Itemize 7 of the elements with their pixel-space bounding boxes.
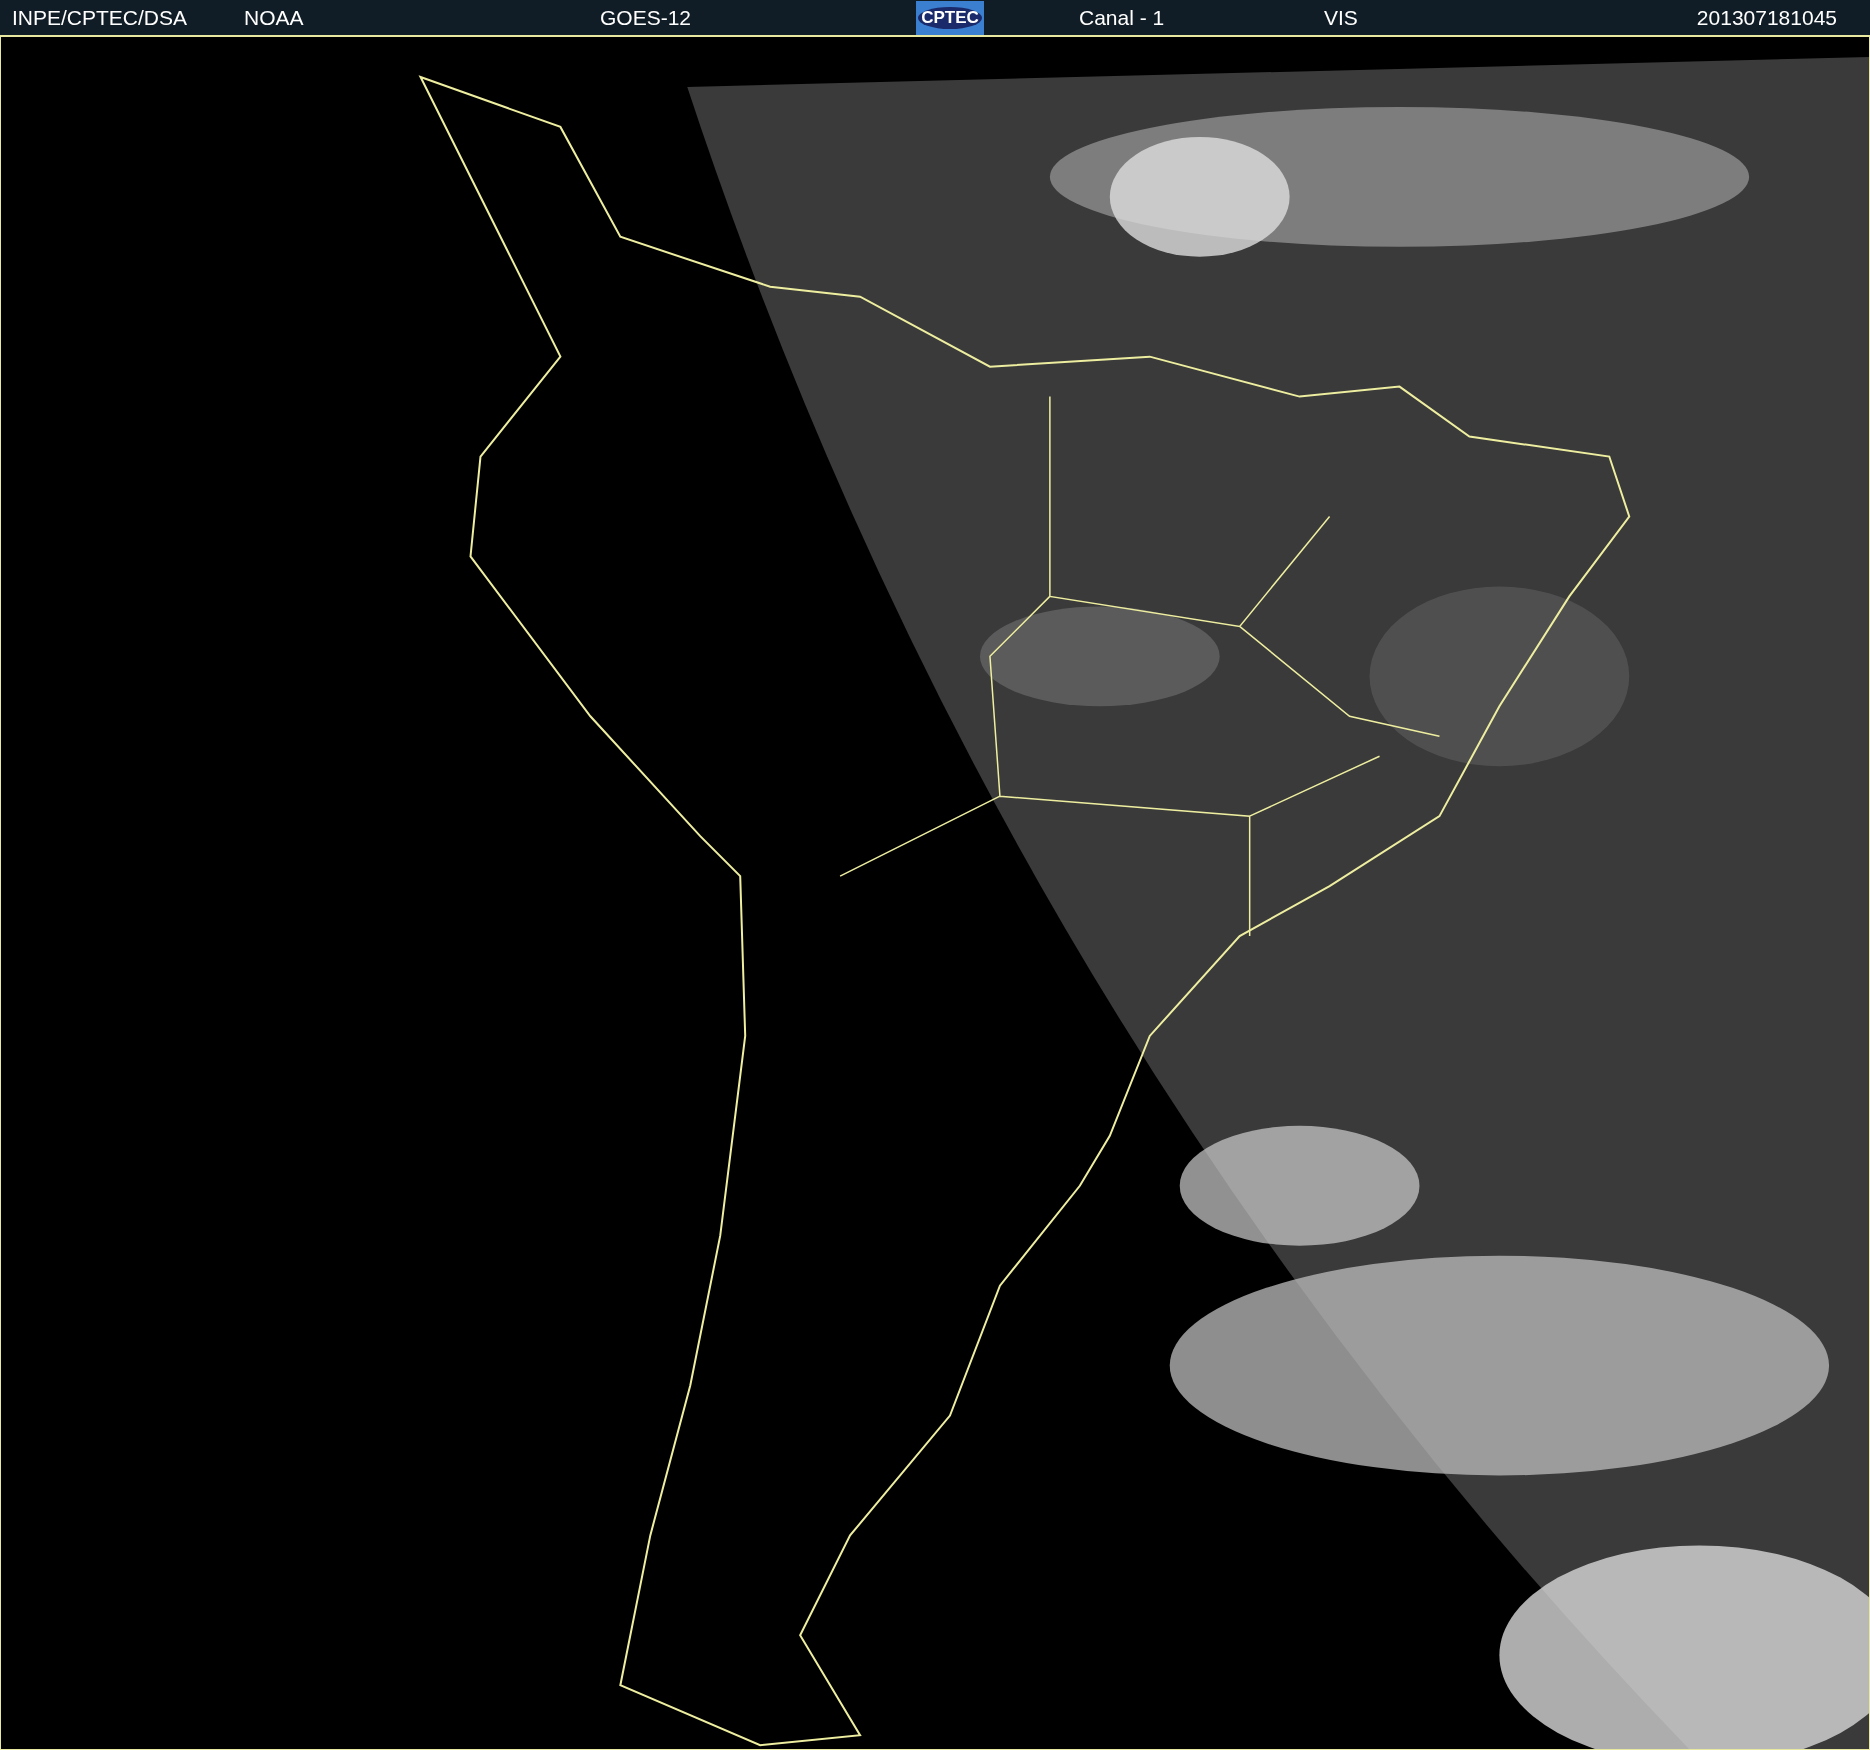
timestamp-label: 201307181045: [1696, 4, 1837, 31]
agency-label: INPE/CPTEC/DSA: [12, 5, 188, 29]
source-label: NOAA: [244, 5, 304, 29]
logo: CPTEC: [916, 1, 984, 35]
band-label: VIS: [1324, 5, 1358, 29]
satellite-label: GOES-12: [600, 5, 692, 29]
channel-label: Canal - 1: [1079, 5, 1165, 29]
